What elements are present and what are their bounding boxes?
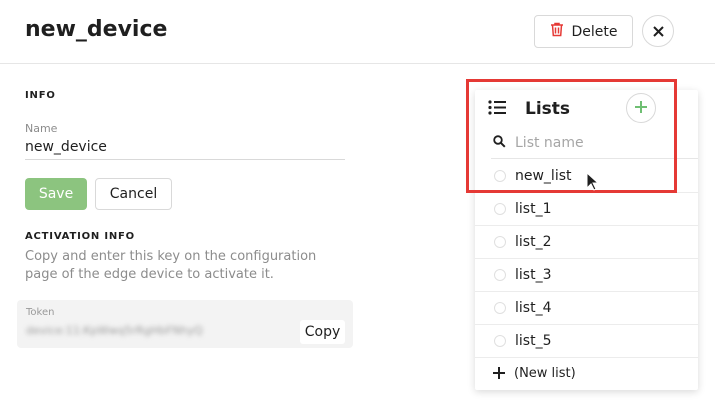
add-list-button[interactable] bbox=[626, 93, 656, 123]
page-title: new_device bbox=[25, 17, 168, 42]
list-item-label: list_4 bbox=[515, 300, 552, 316]
list-item-label: new_list bbox=[515, 168, 572, 184]
list-item-label: list_1 bbox=[515, 201, 552, 217]
lists-dropdown: Lists List name new_list list_1 list_2 l… bbox=[475, 90, 698, 390]
list-search-input[interactable]: List name bbox=[491, 127, 698, 159]
list-item-radio[interactable] bbox=[494, 236, 506, 248]
delete-label: Delete bbox=[571, 23, 618, 40]
search-icon bbox=[491, 133, 506, 152]
list-item-list-3[interactable]: list_3 bbox=[475, 259, 698, 292]
delete-button[interactable]: Delete bbox=[534, 15, 633, 48]
list-item-list-2[interactable]: list_2 bbox=[475, 226, 698, 259]
list-icon bbox=[488, 100, 506, 119]
list-item-list-1[interactable]: list_1 bbox=[475, 193, 698, 226]
copy-token-button[interactable]: Copy bbox=[300, 320, 345, 344]
activation-section-title: ACTIVATION INFO bbox=[25, 231, 135, 242]
new-list-label: (New list) bbox=[514, 366, 576, 381]
plus-icon bbox=[634, 99, 648, 118]
lists-dropdown-header: Lists bbox=[475, 90, 698, 128]
save-button[interactable]: Save bbox=[25, 178, 87, 210]
token-label: Token bbox=[26, 307, 55, 318]
list-item-label: list_5 bbox=[515, 333, 552, 349]
plus-icon bbox=[475, 364, 505, 383]
list-item-radio[interactable] bbox=[494, 203, 506, 215]
list-item-radio[interactable] bbox=[494, 269, 506, 281]
trash-icon bbox=[550, 22, 564, 41]
activation-description: Copy and enter this key on the configura… bbox=[25, 249, 317, 282]
token-value: device:11:KpWwq5rRgHbFNhyQ bbox=[26, 324, 203, 337]
list-item-label: list_3 bbox=[515, 267, 552, 283]
list-item-radio[interactable] bbox=[494, 335, 506, 347]
close-icon bbox=[652, 22, 664, 41]
lists-title: Lists bbox=[525, 99, 571, 119]
token-field: Token device:11:KpWwq5rRgHbFNhyQ Copy bbox=[17, 300, 353, 348]
list-item-radio[interactable] bbox=[494, 302, 506, 314]
list-item-list-5[interactable]: list_5 bbox=[475, 325, 698, 358]
new-list-option[interactable]: (New list) bbox=[475, 357, 698, 390]
close-button[interactable] bbox=[642, 15, 674, 47]
mouse-cursor-icon bbox=[586, 171, 600, 195]
search-placeholder: List name bbox=[515, 134, 584, 151]
cancel-button[interactable]: Cancel bbox=[95, 178, 172, 210]
name-field-label: Name bbox=[25, 122, 58, 135]
panel-header: new_device Delete bbox=[0, 0, 715, 64]
device-panel: new_device Delete INFO Name new_device S… bbox=[0, 0, 715, 412]
list-item-label: list_2 bbox=[515, 234, 552, 250]
list-item-radio[interactable] bbox=[494, 170, 506, 182]
list-item-list-4[interactable]: list_4 bbox=[475, 292, 698, 325]
name-field[interactable]: new_device bbox=[25, 138, 345, 160]
info-section-title: INFO bbox=[25, 90, 56, 101]
